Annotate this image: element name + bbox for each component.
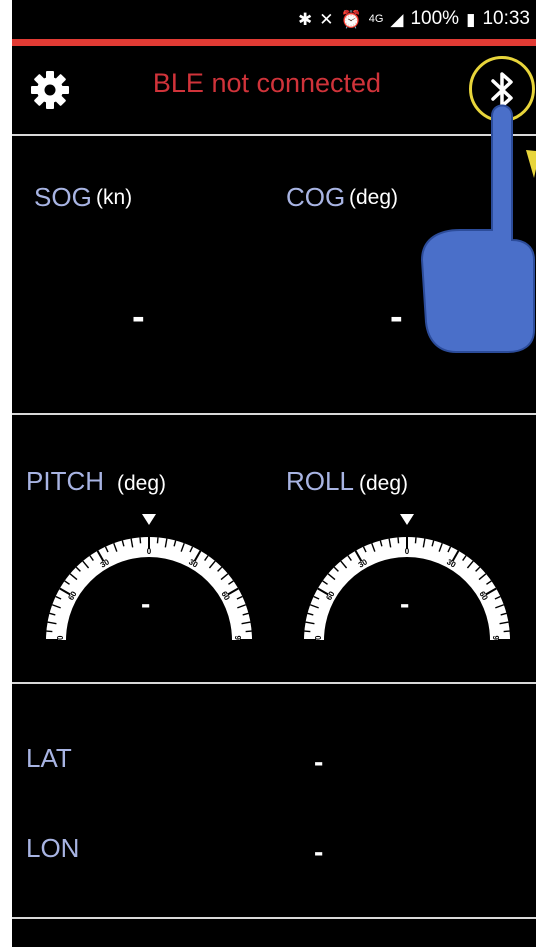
cog-value: - [390,296,403,338]
roll-gauge-pointer-icon [400,514,414,525]
roll-gauge-tick [304,630,311,633]
pitch-gauge-scale-label: 90 [233,636,242,644]
sog-unit: (kn) [96,186,133,209]
cog-label: COG [286,182,346,212]
roll-gauge-tick [397,537,400,544]
pitch-gauge-tick [245,630,252,633]
accent-divider [12,39,536,46]
pitch-gauge: 3003060 6090 90 [46,514,252,644]
lon-value: - [314,836,324,867]
pitch-label: PITCH [26,466,104,496]
pitch-gauge-tick [139,537,142,544]
pitch-gauge-scale-label: 90 [56,635,65,644]
roll-gauge-tick [503,630,510,633]
alarm-icon: ⏰ [340,9,362,29]
mute-icon: ✕ [319,9,334,29]
roll-unit: (deg) [359,472,409,495]
roll-gauge: 3003060 6090 90 [304,514,510,644]
bluetooth-status-icon: ✱ [298,9,313,29]
signal-icon: ◢ [390,9,404,29]
pitch-unit: (deg) [117,472,167,495]
pitch-gauge-pointer-icon [142,514,156,525]
tap-hint-hand-icon [420,104,536,353]
app-screen: ✱ ✕ ⏰ 4G ◢ 100% ▮ 10:33 BLE not connecte… [12,0,536,947]
cog-unit: (deg) [349,186,399,209]
settings-gear-icon[interactable] [28,68,72,112]
roll-gauge-scale-label: 0 [405,547,410,556]
status-bar: ✱ ✕ ⏰ 4G ◢ 100% ▮ 10:33 [12,0,536,38]
roll-gauge-scale-label: 90 [314,635,323,644]
divider-middle [12,413,536,415]
roll-value: - [400,588,410,619]
divider-bottom [12,917,536,919]
connection-status-text: BLE not connected [152,68,382,98]
roll-label: ROLL [286,466,354,496]
pitch-gauge-tick [156,537,159,544]
pitch-value: - [141,588,151,619]
sog-value: - [132,296,145,338]
lat-value: - [314,746,324,777]
divider-lower [12,682,536,684]
clock: 10:33 [482,8,530,29]
network-type: 4G [368,12,384,25]
pitch-gauge-scale-label: 0 [147,547,152,556]
battery-icon: ▮ [466,9,476,29]
sog-label: SOG [34,182,92,212]
battery-level: 100% [410,8,460,29]
roll-gauge-scale-label: 90 [491,636,500,644]
pitch-gauge-tick [46,630,53,633]
lon-label: LON [26,833,80,863]
roll-gauge-tick [414,537,417,544]
lat-label: LAT [26,743,72,773]
